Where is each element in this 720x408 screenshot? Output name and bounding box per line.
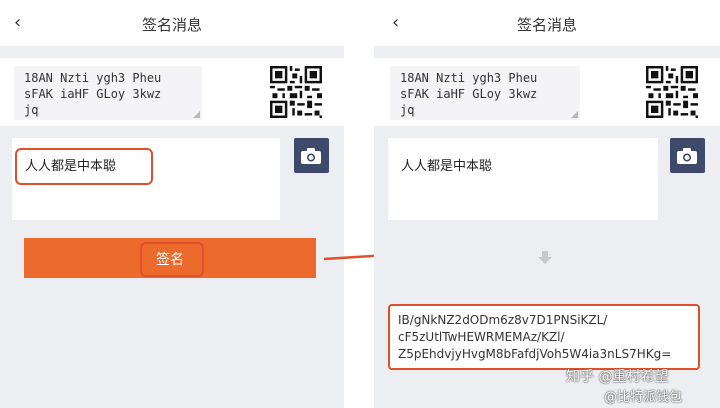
page-title-right: 签名消息 <box>516 16 577 34</box>
page-title: 签名消息 <box>141 16 202 34</box>
sign-button-highlight <box>140 242 204 277</box>
watermark-line1: 知乎 @重村希望 <box>566 369 669 385</box>
watermark-line2: @比特派钱包 <box>604 390 683 405</box>
address-card-right: 18AN Nzti ygh3 Pheu sFAK iaHF GLoy 3kwz … <box>374 58 720 126</box>
resize-handle-icon <box>571 111 578 118</box>
signature-text: IB/gNkNZ2dODm6z8v7D1PNSiKZL/ cF5zUtlTwHE… <box>398 313 672 361</box>
resize-handle-icon <box>193 111 200 118</box>
message-text-right: 人人都是中本聪 <box>401 159 493 174</box>
signature-output[interactable]: IB/gNkNZ2dODm6z8v7D1PNSiKZL/ cF5zUtlTwHE… <box>388 304 700 370</box>
camera-button[interactable] <box>294 138 329 173</box>
header-right: ‹ 签名消息 <box>374 0 720 46</box>
address-card: 18AN Nzti ygh3 Pheu sFAK iaHF GLoy 3kwz … <box>0 58 344 126</box>
camera-icon <box>677 148 697 164</box>
camera-icon <box>301 148 321 164</box>
left-screen: ‹ 签名消息 18AN Nzti ygh3 Pheu sFAK iaHF GLo… <box>0 0 344 408</box>
down-arrow-icon <box>538 251 552 264</box>
message-highlight <box>15 148 153 185</box>
right-screen: ‹ 签名消息 18AN Nzti ygh3 Pheu sFAK iaHF GLo… <box>374 0 720 408</box>
camera-button-right[interactable] <box>670 138 705 173</box>
address-text-right[interactable]: 18AN Nzti ygh3 Pheu sFAK iaHF GLoy 3kwz … <box>390 66 580 120</box>
qr-code-icon <box>270 66 322 118</box>
qr-code-icon <box>646 66 698 118</box>
message-input-right[interactable]: 人人都是中本聪 <box>388 138 658 220</box>
header: ‹ 签名消息 <box>0 0 344 46</box>
address-text[interactable]: 18AN Nzti ygh3 Pheu sFAK iaHF GLoy 3kwz … <box>14 66 202 120</box>
